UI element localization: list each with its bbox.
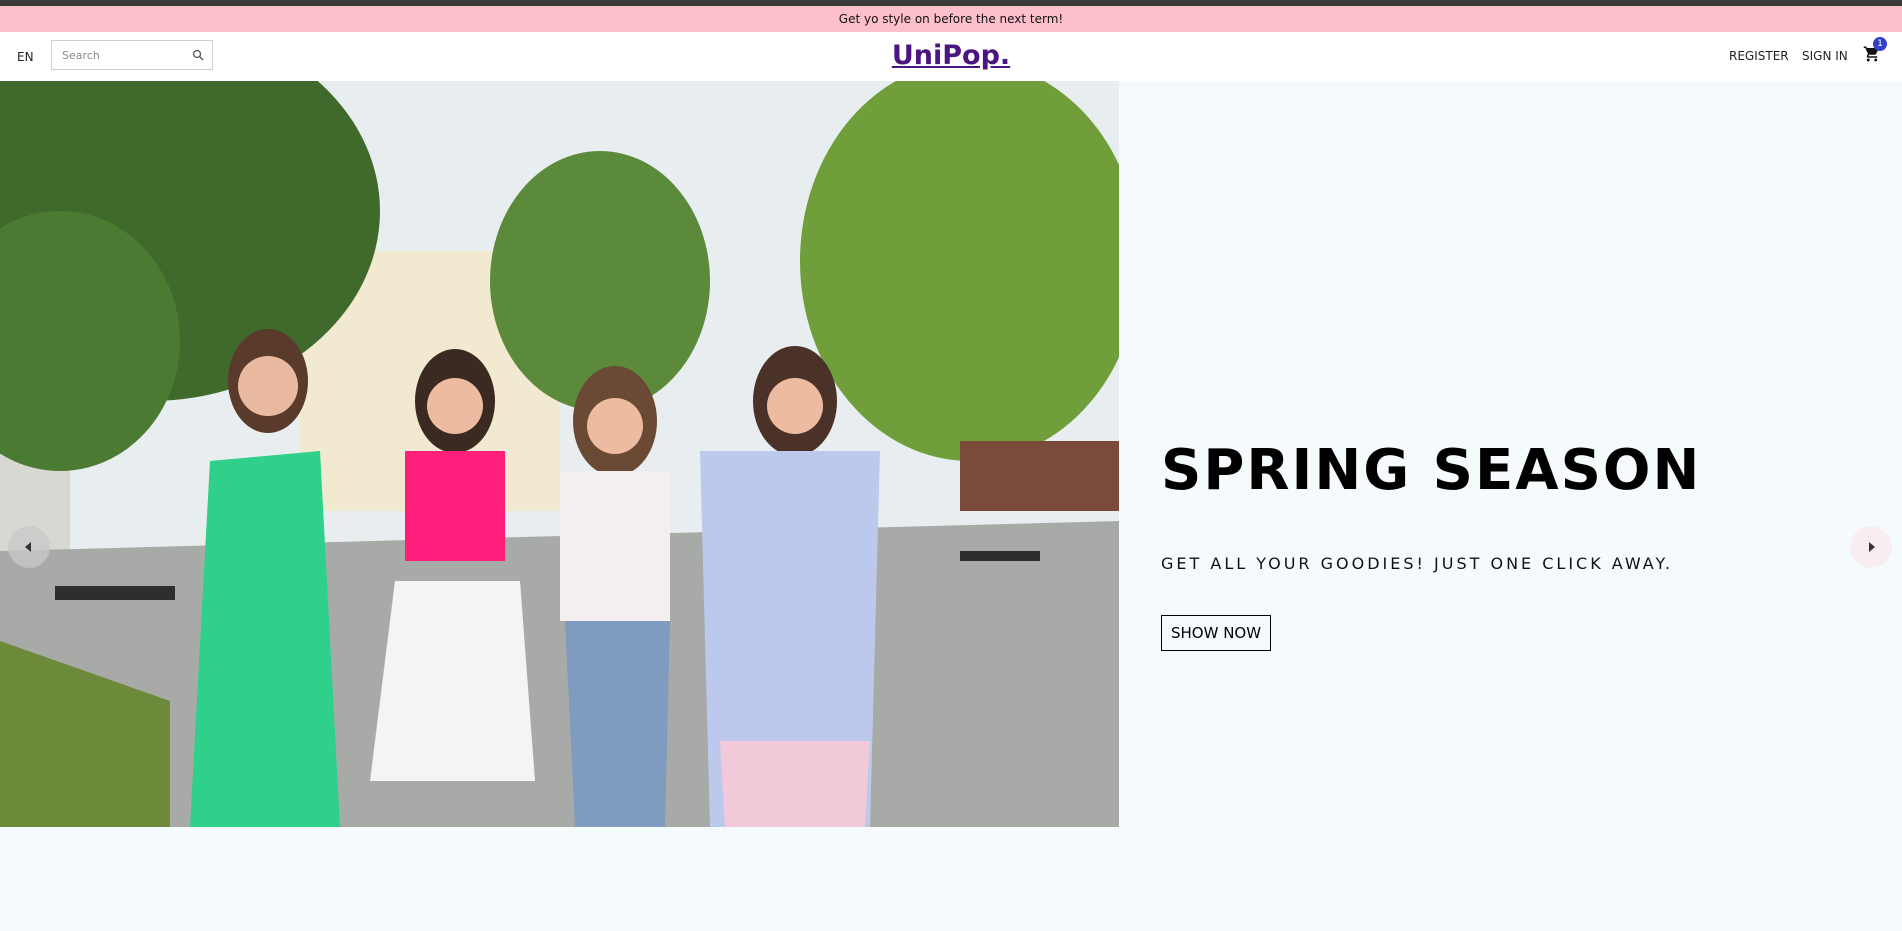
slider-prev-button[interactable] <box>8 526 50 568</box>
show-now-button[interactable]: SHOW NOW <box>1161 615 1272 651</box>
announcement-bar: Get yo style on before the next term! <box>0 6 1902 32</box>
sign-in-link[interactable]: SIGN IN <box>1802 49 1848 63</box>
announcement-text: Get yo style on before the next term! <box>838 12 1064 26</box>
cart-badge: 1 <box>1873 37 1887 51</box>
search-icon[interactable] <box>192 49 204 61</box>
hero-description: GET ALL YOUR GOODIES! JUST ONE CLICK AWA… <box>1161 554 1674 573</box>
logo[interactable]: UniPop. <box>892 40 1010 71</box>
hero-image <box>0 81 1119 827</box>
slider-next-button[interactable] <box>1850 526 1892 568</box>
arrow-right-icon <box>1869 542 1875 552</box>
navbar: EN UniPop. REGISTER SIGN IN 1 <box>0 32 1902 81</box>
search-box <box>51 40 213 70</box>
below-fold-section <box>0 827 1902 931</box>
language-selector[interactable]: EN <box>17 50 34 64</box>
arrow-left-icon <box>25 542 31 552</box>
hero-photo-illustration <box>0 81 1119 827</box>
hero-title: SPRING SEASON <box>1161 438 1702 503</box>
hero-slider: SPRING SEASON GET ALL YOUR GOODIES! JUST… <box>0 81 1902 827</box>
register-link[interactable]: REGISTER <box>1729 49 1789 63</box>
logo-wrapper: UniPop. <box>0 40 1902 71</box>
hero-info-panel: SPRING SEASON GET ALL YOUR GOODIES! JUST… <box>1119 81 1902 827</box>
search-input[interactable] <box>60 47 192 63</box>
